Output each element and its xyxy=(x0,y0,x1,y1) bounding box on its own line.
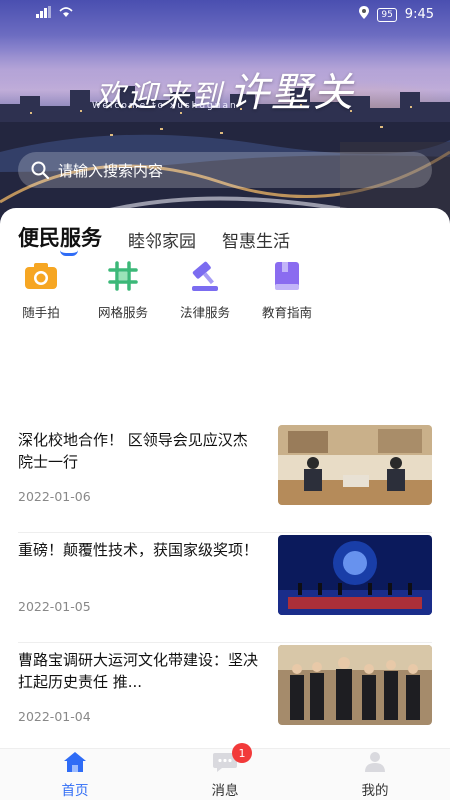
service-photo-report[interactable]: 随手拍 xyxy=(0,258,82,321)
city-name: 许墅关 xyxy=(229,70,355,116)
news-date: 2022-01-04 xyxy=(18,709,91,724)
camera-icon xyxy=(23,258,59,294)
tab-neighborhood[interactable]: 睦邻家园 xyxy=(128,227,196,252)
main-card: 便民服务 睦邻家园 智惠生活 随手拍 网格服务 法律服务 教育指南 深化校地合作… xyxy=(0,208,450,753)
nav-home[interactable]: 首页 xyxy=(0,749,150,800)
service-legal[interactable]: 法律服务 xyxy=(164,258,246,321)
nav-label: 我的 xyxy=(361,782,389,799)
news-item[interactable]: 曹路宝调研大运河文化带建设：坚决扛起历史责任 推... 2022-01-04 xyxy=(18,643,432,753)
signal-icon xyxy=(36,6,52,22)
news-thumbnail xyxy=(278,425,432,505)
news-list: 深化校地合作！ 区领导会见应汉杰院士一行 2022-01-06 重磅！颠覆性技术… xyxy=(0,423,450,753)
nav-messages[interactable]: 1 消息 xyxy=(150,743,300,800)
service-label: 法律服务 xyxy=(179,305,230,320)
category-tabs: 便民服务 睦邻家园 智惠生活 xyxy=(18,222,316,252)
service-label: 教育指南 xyxy=(261,305,312,320)
news-item[interactable]: 深化校地合作！ 区领导会见应汉杰院士一行 2022-01-06 xyxy=(18,423,432,533)
wifi-icon xyxy=(58,6,74,22)
news-date: 2022-01-05 xyxy=(18,599,91,614)
news-item[interactable]: 重磅！颠覆性技术，获国家级奖项！ 2022-01-05 xyxy=(18,533,432,643)
grid-icon xyxy=(105,258,141,294)
tab-convenience-services[interactable]: 便民服务 xyxy=(18,222,102,252)
welcome-subtitle: Welcome to xushuguan xyxy=(92,101,238,111)
news-title: 重磅！颠覆性技术，获国家级奖项！ xyxy=(18,541,258,559)
search-bar[interactable]: 请输入搜索内容 xyxy=(18,152,432,188)
battery-indicator: 95 xyxy=(377,7,397,22)
news-date: 2022-01-06 xyxy=(18,489,91,504)
news-thumbnail xyxy=(278,535,432,615)
search-icon xyxy=(30,160,50,180)
unread-badge: 1 xyxy=(232,743,252,763)
clock-time: 9:45 xyxy=(404,7,434,22)
nav-label: 首页 xyxy=(61,782,89,799)
service-label: 随手拍 xyxy=(22,305,60,320)
service-grid-service[interactable]: 网格服务 xyxy=(82,258,164,321)
hero-banner: 95 9:45 欢迎来到 许墅关 Welcome to xushuguan 请输入… xyxy=(0,0,450,225)
nav-label: 消息 xyxy=(211,782,239,799)
location-icon xyxy=(359,6,370,23)
news-title: 曹路宝调研大运河文化带建设：坚决扛起历史责任 推... xyxy=(18,651,258,691)
home-icon xyxy=(63,751,87,777)
service-education[interactable]: 教育指南 xyxy=(246,258,328,321)
bottom-navigation: 首页 1 消息 我的 xyxy=(0,743,450,800)
nav-profile[interactable]: 我的 xyxy=(300,749,450,800)
book-icon xyxy=(269,258,305,294)
gavel-icon xyxy=(187,258,223,294)
news-title: 深化校地合作！ 区领导会见应汉杰院士一行 xyxy=(18,431,248,471)
search-placeholder: 请输入搜索内容 xyxy=(58,161,164,180)
status-bar: 95 9:45 xyxy=(0,0,450,28)
service-label: 网格服务 xyxy=(97,305,148,320)
tab-smart-life[interactable]: 智惠生活 xyxy=(222,227,290,252)
service-grid: 随手拍 网格服务 法律服务 教育指南 xyxy=(0,258,330,321)
profile-icon xyxy=(364,751,386,777)
active-tab-indicator xyxy=(60,250,78,256)
news-thumbnail xyxy=(278,645,432,725)
